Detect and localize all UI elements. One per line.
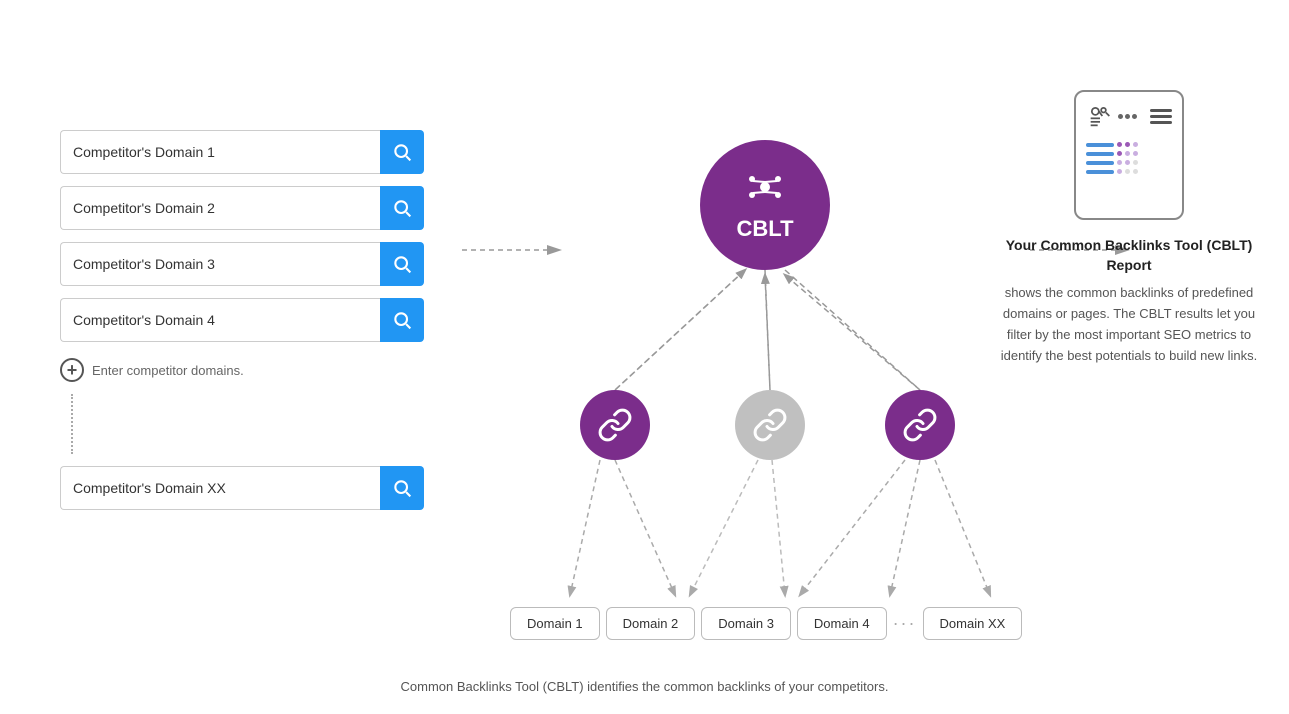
input-row-3 [60, 242, 424, 286]
search-button-xx[interactable] [380, 466, 424, 510]
link-circle-left [580, 390, 650, 460]
cblt-label: CBLT [736, 216, 793, 242]
domain-input-2[interactable] [60, 186, 380, 230]
domain-box-2: Domain 2 [606, 607, 696, 640]
input-row-2 [60, 186, 424, 230]
search-icon-2 [392, 198, 412, 218]
domain-box-1: Domain 1 [510, 607, 600, 640]
link-circle-center [735, 390, 805, 460]
domain-box-4: Domain 4 [797, 607, 887, 640]
center-diagram: CBLT Domain 1 Domain 2 [490, 60, 1070, 660]
report-icon [1074, 90, 1184, 220]
input-row-4 [60, 298, 424, 342]
right-title: Your Common Backlinks Tool (CBLT) Report [999, 236, 1259, 275]
search-icon-4 [392, 310, 412, 330]
search-button-2[interactable] [380, 186, 424, 230]
domain-boxes: Domain 1 Domain 2 Domain 3 Domain 4 ··· … [510, 607, 1070, 640]
bottom-caption: Common Backlinks Tool (CBLT) identifies … [401, 679, 889, 694]
report-icon-top [1086, 102, 1172, 130]
add-label: Enter competitor domains. [92, 363, 244, 378]
search-icon-xx [392, 478, 412, 498]
right-desc: shows the common backlinks of predefined… [999, 283, 1259, 366]
left-panel: + Enter competitor domains. [60, 130, 424, 510]
right-panel: Your Common Backlinks Tool (CBLT) Report… [999, 90, 1259, 366]
input-row-xx [60, 466, 424, 510]
dotted-separator [71, 394, 424, 454]
domain-box-xx: Domain XX [923, 607, 1023, 640]
domain-input-4[interactable] [60, 298, 380, 342]
cblt-icon [747, 169, 783, 212]
domain-input-1[interactable] [60, 130, 380, 174]
cblt-circle: CBLT [700, 140, 830, 270]
add-more-section: + Enter competitor domains. [60, 358, 424, 382]
dots-separator: ··· [893, 613, 917, 634]
search-button-1[interactable] [380, 130, 424, 174]
search-icon-3 [392, 254, 412, 274]
search-icon [392, 142, 412, 162]
search-button-3[interactable] [380, 242, 424, 286]
domain-input-3[interactable] [60, 242, 380, 286]
input-row-1 [60, 130, 424, 174]
link-circle-right [885, 390, 955, 460]
arrow-input-to-cblt [462, 240, 562, 260]
add-domain-button[interactable]: + [60, 358, 84, 382]
domain-input-xx[interactable] [60, 466, 380, 510]
search-button-4[interactable] [380, 298, 424, 342]
domain-box-3: Domain 3 [701, 607, 791, 640]
main-container: + Enter competitor domains. [0, 0, 1289, 714]
